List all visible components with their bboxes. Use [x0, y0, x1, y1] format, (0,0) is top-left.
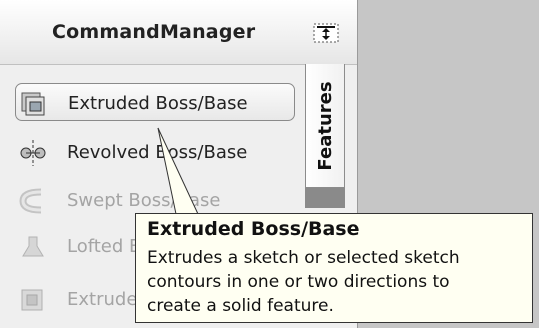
tooltip: Extruded Boss/Base Extrudes a sketch or …	[135, 213, 533, 323]
tooltip-title: Extruded Boss/Base	[147, 218, 360, 240]
tooltip-line: create a solid feature.	[147, 296, 334, 316]
tooltip-line: contours in one or two directions to	[147, 272, 450, 292]
tooltip-line: Extrudes a sketch or selected sketch	[147, 248, 460, 268]
